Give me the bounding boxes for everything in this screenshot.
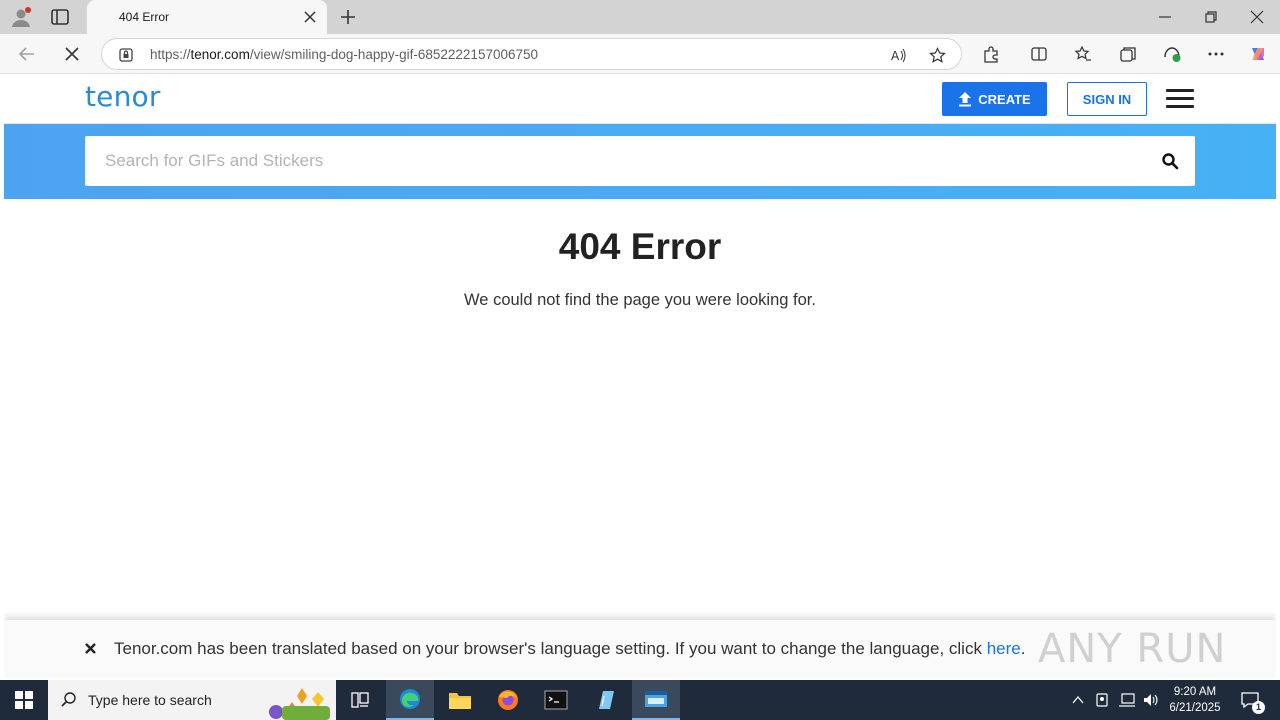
browser-essentials-icon[interactable]	[1163, 45, 1181, 63]
tab-title: 404 Error	[119, 10, 170, 24]
restore-icon[interactable]	[1204, 10, 1218, 24]
back-icon[interactable]	[18, 45, 36, 63]
search-icon[interactable]	[1161, 152, 1179, 170]
start-button[interactable]	[0, 680, 48, 720]
close-window-icon[interactable]	[1250, 10, 1264, 24]
taskbar-terminal[interactable]	[532, 680, 580, 720]
tenor-logo[interactable]: tenor	[85, 80, 161, 113]
translation-notice-text: Tenor.com has been translated based on y…	[114, 639, 1026, 658]
address-bar[interactable]: https://tenor.com/view/smiling-dog-happy…	[101, 38, 962, 70]
sign-in-button[interactable]: SIGN IN	[1067, 82, 1147, 116]
clock-time: 9:20 AM	[1173, 686, 1217, 698]
taskbar-notepad[interactable]	[582, 680, 630, 720]
active-tab[interactable]: 404 Error	[87, 0, 327, 34]
search-icon	[61, 692, 76, 707]
taskbar-file-explorer[interactable]	[436, 680, 484, 720]
task-view-button[interactable]	[336, 680, 384, 720]
minimize-icon[interactable]	[1158, 10, 1172, 24]
favorite-star-icon[interactable]	[929, 47, 946, 64]
read-aloud-icon[interactable]: A	[890, 47, 907, 64]
app-window-icon	[645, 691, 667, 707]
show-hidden-icons-chevron-icon[interactable]	[1071, 693, 1085, 707]
network-icon[interactable]	[1118, 692, 1136, 708]
taskbar-search-placeholder: Type here to search	[88, 692, 212, 708]
browser-toolbar: https://tenor.com/view/smiling-dog-happy…	[0, 34, 1280, 74]
meet-now-icon[interactable]	[1095, 692, 1111, 708]
svg-text:A: A	[891, 49, 900, 63]
search-band	[4, 124, 1276, 199]
hamburger-menu-icon[interactable]	[1166, 89, 1196, 109]
taskbar-clock[interactable]: 9:20 AM 6/21/2025	[1164, 684, 1226, 716]
upload-icon	[959, 92, 972, 107]
task-view-icon	[351, 692, 369, 708]
copilot-icon[interactable]	[1248, 44, 1268, 64]
site-info-icon[interactable]	[118, 47, 134, 63]
close-tab-icon[interactable]	[303, 10, 317, 24]
browser-tab-bar: 404 Error	[0, 0, 1280, 34]
terminal-icon	[544, 690, 568, 710]
favorites-icon[interactable]	[1074, 45, 1092, 63]
site-header: tenor CREATE SIGN IN	[4, 74, 1276, 124]
search-input[interactable]	[105, 136, 1145, 186]
url-text: https://tenor.com/view/smiling-dog-happy…	[150, 47, 539, 62]
error-title: 404 Error	[558, 226, 722, 267]
clock-date: 6/21/2025	[1169, 702, 1221, 714]
stop-loading-icon[interactable]	[63, 45, 81, 63]
page-viewport: tenor CREATE SIGN IN 404 Error We could …	[4, 74, 1276, 678]
search-highlight-flowers-icon	[269, 688, 330, 720]
tab-actions-icon[interactable]	[50, 8, 70, 26]
taskbar-edge[interactable]	[386, 680, 434, 720]
notification-center-button[interactable]: 1	[1236, 680, 1272, 720]
volume-icon[interactable]	[1142, 692, 1160, 708]
windows-taskbar: Type here to search 9:20 AM 6/21/2025 1	[0, 680, 1280, 720]
notification-count-badge: 1	[1252, 701, 1265, 714]
collections-icon[interactable]	[1119, 45, 1137, 63]
more-options-icon[interactable]	[1207, 45, 1225, 63]
edge-icon	[400, 689, 420, 709]
close-notice-icon[interactable]	[84, 642, 97, 655]
extensions-icon[interactable]	[982, 45, 1000, 63]
taskbar-app-window[interactable]	[632, 680, 680, 720]
create-button[interactable]: CREATE	[942, 82, 1047, 116]
split-screen-icon[interactable]	[1030, 45, 1048, 63]
firefox-icon	[498, 690, 518, 710]
change-language-link[interactable]: here	[987, 639, 1021, 658]
taskbar-search[interactable]: Type here to search	[48, 680, 336, 720]
profile-icon[interactable]	[10, 6, 32, 28]
search-box	[85, 136, 1195, 186]
folder-icon	[449, 693, 471, 709]
error-message: We could not find the page you were look…	[464, 291, 816, 309]
anyrun-watermark: ANY RUN	[1038, 626, 1227, 672]
create-label: CREATE	[978, 91, 1031, 107]
translation-notice-bar: Tenor.com has been translated based on y…	[4, 620, 1276, 678]
notepad-icon	[599, 691, 614, 709]
windows-logo-icon	[15, 691, 33, 709]
new-tab-icon[interactable]	[340, 9, 356, 25]
taskbar-firefox[interactable]	[484, 680, 532, 720]
